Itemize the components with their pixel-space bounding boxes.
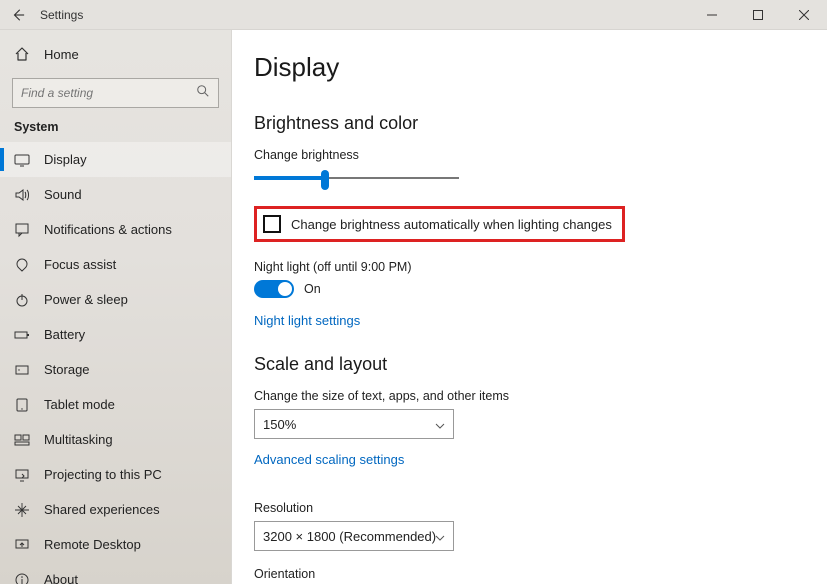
toggle-state-label: On [304, 282, 321, 296]
search-field[interactable] [21, 86, 196, 100]
battery-icon [14, 327, 30, 343]
sidebar-item-label: Tablet mode [44, 397, 115, 412]
section-header: System [0, 118, 231, 142]
sidebar-item-about[interactable]: About [0, 562, 231, 584]
auto-brightness-label: Change brightness automatically when lig… [291, 217, 612, 232]
home-icon [14, 46, 30, 62]
night-light-toggle[interactable] [254, 280, 294, 298]
power-icon [14, 292, 30, 308]
section-scale: Scale and layout [254, 354, 827, 375]
nav-list: Display Sound Notifications & actions Fo… [0, 142, 231, 584]
back-button[interactable] [0, 8, 36, 22]
sidebar-item-power-sleep[interactable]: Power & sleep [0, 282, 231, 317]
sidebar-item-battery[interactable]: Battery [0, 317, 231, 352]
auto-brightness-checkbox[interactable]: Change brightness automatically when lig… [254, 206, 625, 242]
sidebar-item-label: Battery [44, 327, 85, 342]
sidebar-item-display[interactable]: Display [0, 142, 231, 177]
minimize-button[interactable] [689, 0, 735, 30]
notifications-icon [14, 222, 30, 238]
checkbox-box[interactable] [263, 215, 281, 233]
sidebar-item-label: Display [44, 152, 87, 167]
storage-icon [14, 362, 30, 378]
resolution-dropdown[interactable]: 3200 × 1800 (Recommended) [254, 521, 454, 551]
resolution-value: 3200 × 1800 (Recommended) [263, 529, 436, 544]
multitasking-icon [14, 432, 30, 448]
home-button[interactable]: Home [0, 36, 231, 72]
resolution-label: Resolution [254, 501, 827, 515]
sidebar-item-remote-desktop[interactable]: Remote Desktop [0, 527, 231, 562]
projecting-icon [14, 467, 30, 483]
orientation-label: Orientation [254, 567, 827, 581]
titlebar: Settings [0, 0, 827, 30]
slider-thumb[interactable] [321, 170, 329, 190]
close-button[interactable] [781, 0, 827, 30]
page-title: Display [254, 52, 827, 83]
sidebar-item-label: Notifications & actions [44, 222, 172, 237]
sound-icon [14, 187, 30, 203]
home-label: Home [44, 47, 79, 62]
arrow-left-icon [11, 8, 25, 22]
advanced-scaling-link[interactable]: Advanced scaling settings [254, 452, 404, 467]
sidebar-item-notifications[interactable]: Notifications & actions [0, 212, 231, 247]
display-icon [14, 152, 30, 168]
brightness-label: Change brightness [254, 148, 827, 162]
remote-desktop-icon [14, 537, 30, 553]
brightness-slider[interactable] [254, 168, 459, 188]
search-input[interactable] [12, 78, 219, 108]
window-title: Settings [36, 8, 83, 22]
sidebar: Home System Display Sound Notifications [0, 30, 232, 584]
about-icon [14, 572, 30, 584]
chevron-down-icon [435, 419, 445, 434]
tablet-icon [14, 397, 30, 413]
toggle-knob [278, 282, 292, 296]
sidebar-item-tablet-mode[interactable]: Tablet mode [0, 387, 231, 422]
chevron-down-icon [435, 531, 445, 546]
sidebar-item-label: Shared experiences [44, 502, 160, 517]
scale-dropdown[interactable]: 150% [254, 409, 454, 439]
sidebar-item-label: Sound [44, 187, 82, 202]
scale-value: 150% [263, 417, 296, 432]
sidebar-item-label: Multitasking [44, 432, 113, 447]
content-area: Display Brightness and color Change brig… [232, 30, 827, 584]
sidebar-item-label: Storage [44, 362, 90, 377]
sidebar-item-storage[interactable]: Storage [0, 352, 231, 387]
sidebar-item-shared-experiences[interactable]: Shared experiences [0, 492, 231, 527]
sidebar-item-label: Remote Desktop [44, 537, 141, 552]
sidebar-item-focus-assist[interactable]: Focus assist [0, 247, 231, 282]
maximize-button[interactable] [735, 0, 781, 30]
focus-assist-icon [14, 257, 30, 273]
sidebar-item-sound[interactable]: Sound [0, 177, 231, 212]
night-light-settings-link[interactable]: Night light settings [254, 313, 360, 328]
shared-icon [14, 502, 30, 518]
night-light-status: Night light (off until 9:00 PM) [254, 260, 827, 274]
slider-fill [254, 176, 326, 180]
search-icon [196, 84, 210, 103]
sidebar-item-label: Power & sleep [44, 292, 128, 307]
section-brightness: Brightness and color [254, 113, 827, 134]
sidebar-item-projecting[interactable]: Projecting to this PC [0, 457, 231, 492]
sidebar-item-label: Focus assist [44, 257, 116, 272]
sidebar-item-label: Projecting to this PC [44, 467, 162, 482]
sidebar-item-multitasking[interactable]: Multitasking [0, 422, 231, 457]
sidebar-item-label: About [44, 572, 78, 584]
scale-label: Change the size of text, apps, and other… [254, 389, 827, 403]
